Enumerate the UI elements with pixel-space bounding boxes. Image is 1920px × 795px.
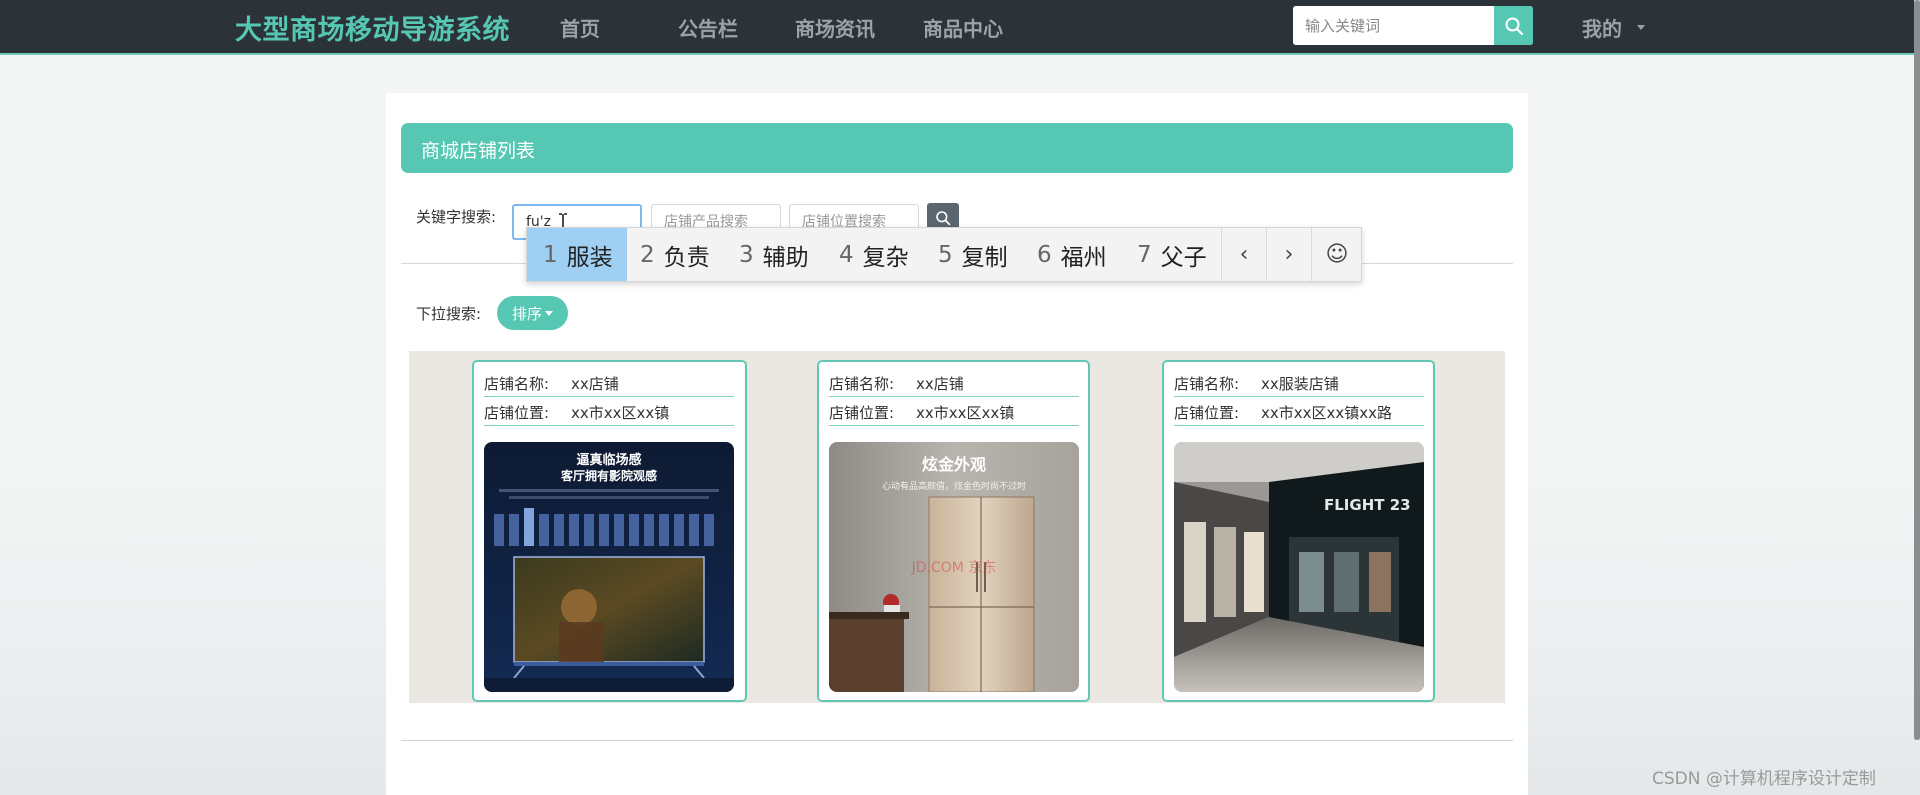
nav-item-bulletin[interactable]: 公告栏 — [678, 13, 738, 42]
header-search-button[interactable] — [1494, 6, 1533, 45]
shop-name-value: xx店铺 — [571, 375, 619, 393]
ime-prev-page-button[interactable]: ‹ — [1221, 228, 1266, 281]
candidate-text: 复杂 — [862, 244, 909, 271]
shop-image-tv[interactable]: 逼真临场感 客厅拥有影院观感 — [484, 442, 734, 692]
shop-location-value: xx市xx区xx镇xx路 — [1261, 404, 1393, 422]
shop-card[interactable]: 店铺名称: xx店铺 店铺位置: xx市xx区xx镇 — [472, 360, 747, 702]
shop-image-fridge[interactable]: 炫金外观 心动有品高颜值，炫金色时尚不过时 JD.COM 京东 — [829, 442, 1079, 692]
candidate-text: 服装 — [566, 244, 613, 271]
image-headline: 逼真临场感 — [576, 452, 641, 468]
candidate-number: 4 — [839, 241, 854, 268]
ime-candidate[interactable]: 1 服装 — [527, 228, 627, 281]
smiley-icon: ☺ — [1325, 242, 1349, 267]
shop-name-row: 店铺名称: xx服装店铺 — [1174, 368, 1424, 397]
nav-item-home[interactable]: 首页 — [560, 13, 600, 42]
user-menu[interactable]: 我的 — [1582, 13, 1622, 42]
divider — [401, 740, 1513, 741]
brand-title[interactable]: 大型商场移动导游系统 — [235, 8, 510, 47]
candidate-text: 父子 — [1160, 244, 1207, 271]
candidate-text: 复制 — [961, 244, 1008, 271]
shop-card[interactable]: 店铺名称: xx服装店铺 店铺位置: xx市xx区xx镇xx路 FLIGHT 2… — [1162, 360, 1435, 702]
ime-candidate[interactable]: 5 复制 — [938, 228, 1008, 281]
keyword-search-label: 关键字搜索: — [416, 208, 497, 226]
ime-next-page-button[interactable]: › — [1266, 228, 1311, 281]
candidate-number: 5 — [938, 241, 953, 268]
candidate-number: 7 — [1137, 241, 1152, 268]
header-search — [1293, 6, 1533, 45]
shop-location-label: 店铺位置: — [1174, 404, 1240, 422]
candidate-number: 6 — [1037, 241, 1052, 268]
shop-name-label: 店铺名称: — [1174, 375, 1240, 393]
sort-label: 排序 — [511, 304, 542, 323]
header-search-input[interactable] — [1293, 6, 1494, 45]
scrollbar-track[interactable] — [1914, 0, 1920, 740]
search-icon — [1505, 17, 1523, 35]
ime-candidate[interactable]: 6 福州 — [1037, 228, 1107, 281]
ime-candidate[interactable]: 4 复杂 — [839, 228, 909, 281]
shop-name-row: 店铺名称: xx店铺 — [484, 368, 734, 397]
ime-candidate[interactable]: 3 辅助 — [739, 228, 809, 281]
nav-item-news[interactable]: 商场资讯 — [795, 13, 875, 42]
image-subheadline: 客厅拥有影院观感 — [560, 468, 657, 483]
ime-candidate[interactable]: 2 负责 — [640, 228, 710, 281]
image-subheadline: 心动有品高颜值，炫金色时尚不过时 — [882, 480, 1026, 492]
shop-location-value: xx市xx区xx镇 — [916, 404, 1015, 422]
shop-location-value: xx市xx区xx镇 — [571, 404, 670, 422]
shop-name-label: 店铺名称: — [484, 375, 550, 393]
shop-list-panel: 商城店铺列表 关键字搜索: 下拉搜索: 排序 店铺名称: xx店铺 店铺位置: … — [386, 93, 1528, 795]
shop-location-label: 店铺位置: — [484, 404, 550, 422]
candidate-number: 2 — [640, 241, 655, 268]
chevron-left-icon: ‹ — [1239, 242, 1249, 267]
shop-card[interactable]: 店铺名称: xx店铺 店铺位置: xx市xx区xx镇 — [817, 360, 1090, 702]
shop-location-row: 店铺位置: xx市xx区xx镇xx路 — [1174, 397, 1424, 426]
image-headline: 炫金外观 — [922, 455, 986, 474]
watermark-text: CSDN @计算机程序设计定制 — [1652, 769, 1876, 789]
shop-name-label: 店铺名称: — [829, 375, 895, 393]
shop-name-row: 店铺名称: xx店铺 — [829, 368, 1079, 397]
ime-emoji-button[interactable]: ☺ — [1311, 228, 1362, 281]
shop-name-value: xx服装店铺 — [1261, 375, 1339, 393]
shop-image-storefront[interactable]: FLIGHT 23 — [1174, 442, 1424, 692]
chevron-right-icon: › — [1284, 242, 1294, 267]
ime-candidate[interactable]: 7 父子 — [1137, 228, 1207, 281]
panel-header: 商城店铺列表 — [401, 123, 1513, 173]
nav-item-products[interactable]: 商品中心 — [923, 13, 1003, 42]
top-navbar: 大型商场移动导游系统 首页 公告栏 商场资讯 商品中心 我的 — [0, 0, 1920, 55]
shop-card-grid: 店铺名称: xx店铺 店铺位置: xx市xx区xx镇 逼真临场感 客厅拥有影院观… — [409, 351, 1505, 703]
candidate-text: 负责 — [663, 244, 710, 271]
candidate-text: 辅助 — [762, 244, 809, 271]
candidate-number: 3 — [739, 241, 754, 268]
shop-name-value: xx店铺 — [916, 375, 964, 393]
shop-location-label: 店铺位置: — [829, 404, 895, 422]
dropdown-search-label: 下拉搜索: — [416, 305, 482, 323]
scrollbar-thumb[interactable] — [1914, 0, 1920, 740]
ime-candidate-bar: 1 服装 2 负责 3 辅助 4 复杂 5 复制 6 福州 7 父子 ‹ › ☺ — [526, 227, 1362, 282]
svg-text:JD.COM 京东: JD.COM 京东 — [911, 560, 997, 576]
shop-location-row: 店铺位置: xx市xx区xx镇 — [484, 397, 734, 426]
caret-down-icon — [545, 310, 553, 316]
sort-dropdown-button[interactable]: 排序 — [497, 296, 568, 330]
shop-location-row: 店铺位置: xx市xx区xx镇 — [829, 397, 1079, 426]
candidate-number: 1 — [543, 241, 558, 268]
candidate-text: 福州 — [1060, 244, 1107, 271]
image-brand-text: FLIGHT 23 — [1324, 496, 1411, 514]
chevron-down-icon[interactable] — [1637, 25, 1645, 30]
page-title: 商城店铺列表 — [421, 140, 536, 162]
search-icon — [936, 211, 951, 226]
